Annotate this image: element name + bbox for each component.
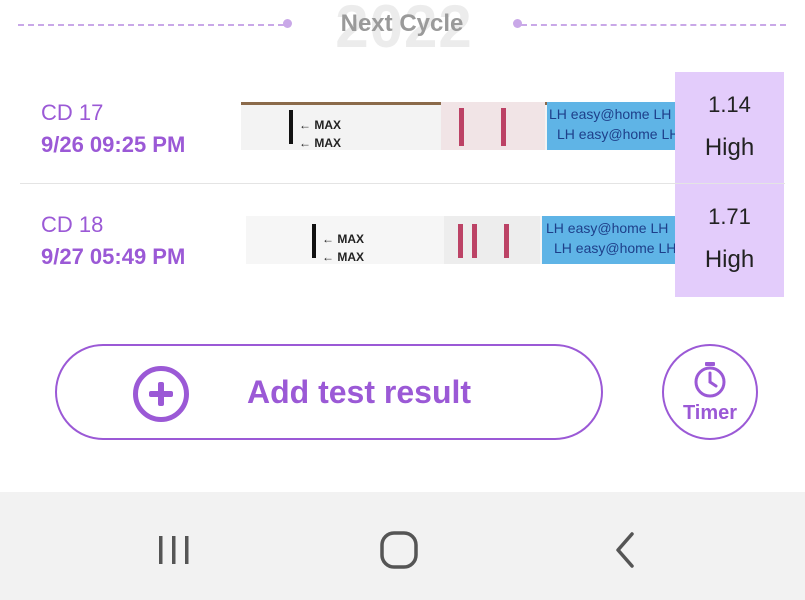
timer-button[interactable]: Timer (662, 344, 758, 440)
left-dot (283, 19, 292, 28)
test-datetime: 9/27 05:49 PM (41, 244, 186, 269)
test-line (501, 108, 506, 146)
max-label: MAX (314, 136, 342, 150)
stopwatch-icon (694, 362, 726, 398)
max-line-mark (289, 110, 293, 144)
lh-level-label: High (704, 134, 755, 161)
add-test-result-button[interactable]: Add test result (55, 344, 603, 440)
test-datetime: 9/26 09:25 PM (41, 132, 186, 157)
add-test-result-label: Add test result (247, 374, 472, 410)
strip-brand-text: LH easy@home LH (549, 106, 672, 122)
max-label: MAX (314, 118, 342, 132)
control-line (459, 108, 464, 146)
lh-ratio-value: 1.14 (708, 92, 751, 117)
cycle-day-label: CD 18 (41, 212, 104, 237)
control-line (472, 224, 477, 258)
max-label: MAX (337, 232, 365, 246)
lh-result-box: 1.71 High (675, 184, 784, 297)
lh-result-box: 1.14 High (675, 72, 784, 185)
control-line (458, 224, 463, 258)
lh-test-strip-image: ← MAX ← MAX LH easy@home LH LH easy@home… (241, 102, 675, 150)
cycle-day-label: CD 17 (41, 100, 104, 125)
home-icon[interactable] (377, 528, 421, 572)
recent-apps-icon[interactable] (154, 530, 194, 570)
cycle-header: 2022 Next Cycle (0, 0, 805, 60)
left-dashed-line (18, 24, 284, 26)
test-row[interactable]: CD 17 9/26 09:25 PM ← MAX ← MAX LH easy@… (0, 72, 805, 185)
strip-brand-text: LH easy@home LH (546, 220, 669, 236)
test-line (504, 224, 509, 258)
timer-label: Timer (682, 402, 738, 424)
lh-level-label: High (704, 246, 755, 273)
max-label: MAX (337, 250, 365, 264)
back-icon[interactable] (610, 528, 640, 572)
system-navigation-bar (0, 492, 805, 600)
test-row[interactable]: CD 18 9/27 05:49 PM ← MAX ← MAX LH easy@… (0, 184, 805, 297)
add-circle-icon (133, 366, 189, 422)
lh-test-strip-image: ← MAX ← MAX LH easy@home LH LH easy@home… (246, 216, 675, 264)
lh-ratio-value: 1.71 (708, 204, 751, 229)
next-cycle-title[interactable]: Next Cycle (300, 10, 504, 38)
max-line-mark (312, 224, 316, 258)
right-dashed-line (521, 24, 786, 26)
